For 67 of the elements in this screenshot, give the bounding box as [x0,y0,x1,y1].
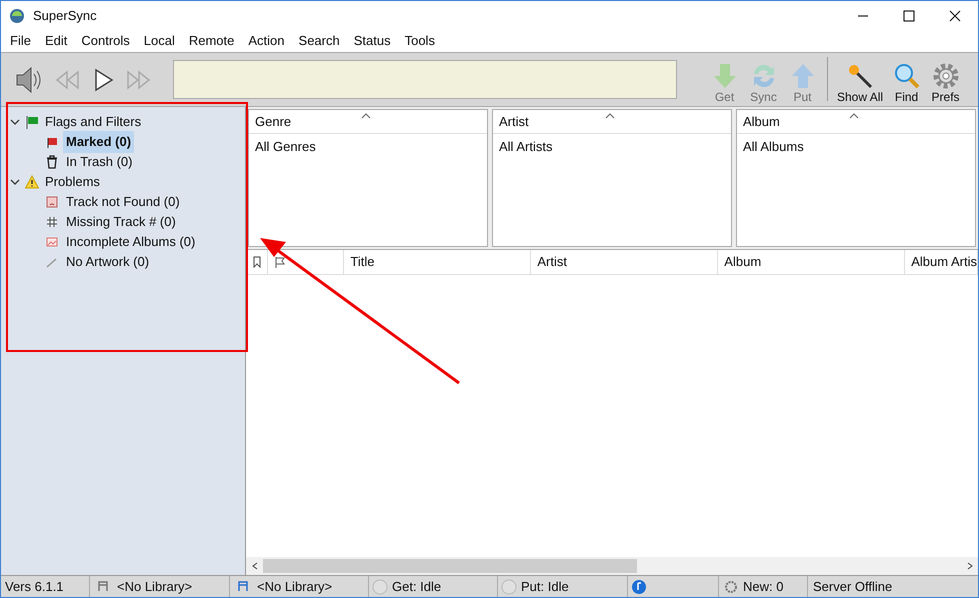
column-header: Album [724,253,762,272]
app-logo-icon [9,8,25,24]
put-status: Put: Idle [521,578,569,596]
tree-label: Flags and Filters [44,113,142,132]
get-status: Get: Idle [392,578,442,596]
version-label: Vers 6.1.1 [5,578,64,596]
menu-item[interactable]: Controls [81,31,130,51]
sort-caret-icon [361,112,371,120]
status-light-icon [372,578,388,594]
menu-item[interactable]: Search [298,31,340,51]
status-light-icon [501,578,517,594]
tree-item[interactable]: Incomplete Albums (0) [63,231,198,253]
scroll-left-icon [250,562,258,570]
toolbar-button[interactable]: Find [887,62,926,105]
tree-group[interactable]: Flags and Filters [1,112,245,132]
magic-wand-icon [846,62,874,90]
window-title: SuperSync [33,6,97,25]
browser-item[interactable]: All Artists [493,134,731,156]
maximize-icon [903,10,915,22]
music-disc-icon [631,578,647,594]
warning-icon [25,175,39,189]
horizontal-scrollbar[interactable] [246,557,978,575]
image-icon [45,235,59,249]
tree-item[interactable]: In Trash (0) [63,151,136,173]
column-header: Album Artis [911,253,977,272]
magnifier-icon [892,62,921,90]
browser-item[interactable]: All Albums [737,134,975,156]
column-header: Artist [499,112,529,131]
close-icon [949,10,961,22]
tree-item[interactable]: Missing Track # (0) [63,211,179,233]
column-header: Artist [537,253,567,272]
tree-label: Problems [44,173,101,192]
sad-face-icon [45,195,59,209]
sort-caret-icon [605,112,615,120]
menu-item[interactable]: Local [144,31,175,51]
next-icon[interactable] [125,70,153,90]
tree-item[interactable]: Marked (0) [63,131,134,153]
menu-item[interactable]: Edit [44,31,68,51]
tree-item[interactable]: Track not Found (0) [63,191,183,213]
remote-library-status: <No Library> [257,578,332,596]
sort-caret-icon [849,112,859,120]
bookmark-icon [252,256,262,268]
browser-item[interactable]: All Genres [249,134,487,156]
menu-item[interactable]: Status [354,31,391,51]
flag-icon [45,135,59,149]
menu-item[interactable]: Remote [188,31,234,51]
gear-icon [932,62,960,90]
tree-item[interactable]: No Artwork (0) [63,251,152,273]
scrollbar-thumb[interactable] [263,559,637,573]
menu-item[interactable]: Tools [404,31,435,51]
column-header: Album [743,112,780,131]
flag-icon [274,256,286,268]
toolbar-button[interactable]: Prefs [926,62,966,105]
column-header: Title [350,253,374,272]
menu-item[interactable]: Action [248,31,285,51]
server-status: Server Offline [813,578,892,596]
previous-icon[interactable] [53,70,81,90]
trash-icon [45,155,59,169]
local-library-status: <No Library> [117,578,192,596]
scroll-right-icon [966,562,974,570]
menu-item[interactable]: File [10,31,31,51]
hash-icon [45,215,59,229]
tree-group[interactable]: Problems [1,172,245,192]
toolbar-button[interactable]: Show All [833,62,888,105]
flag-icon [25,115,39,129]
new-count: New: 0 [743,578,784,596]
column-header: Genre [255,112,292,131]
